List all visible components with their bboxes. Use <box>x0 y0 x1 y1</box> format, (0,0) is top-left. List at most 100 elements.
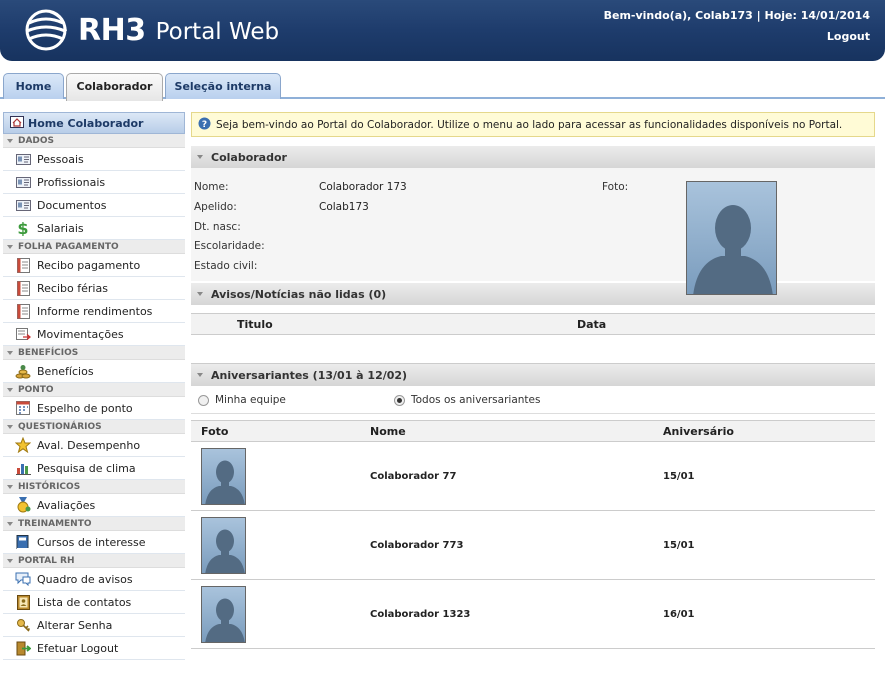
contacts-icon <box>15 594 31 610</box>
person-silhouette-icon <box>693 205 773 294</box>
sidebar-item[interactable]: Lista de contatos <box>3 591 185 614</box>
sidebar-item[interactable]: Informe rendimentos <box>3 300 185 323</box>
medal-icon <box>15 497 31 513</box>
main-content: ? Seja bem-vindo ao Portal do Colaborado… <box>191 112 875 649</box>
sidebar-item-label: Recibo férias <box>37 281 108 295</box>
column-header-foto: Foto <box>201 425 229 438</box>
sidebar-section-label: PORTAL RH <box>18 555 75 566</box>
radio-circle[interactable] <box>198 394 209 406</box>
sidebar-section-header[interactable]: DADOS <box>3 134 185 148</box>
exit-icon <box>15 640 31 656</box>
sidebar-section-label: DADOS <box>18 135 55 146</box>
receipt-icon <box>15 257 31 273</box>
sidebar-item-label: Profissionais <box>37 175 106 189</box>
sidebar-item-label: Efetuar Logout <box>37 641 119 655</box>
field-label-escolaridade: Escolaridade: <box>194 240 265 252</box>
sidebar-section-label: FOLHA PAGAMENTO <box>18 241 119 252</box>
id-card-icon <box>15 151 31 167</box>
avatar <box>201 586 246 643</box>
sidebar-item-label: Lista de contatos <box>37 595 132 609</box>
radio-label: Minha equipe <box>215 394 286 406</box>
speech-bubble-icon <box>15 571 31 587</box>
sidebar-item[interactable]: Cursos de interesse <box>3 531 185 554</box>
sidebar-section-label: TREINAMENTO <box>18 518 92 529</box>
calendar-icon <box>15 400 31 416</box>
sidebar-section-header[interactable]: HISTÓRICOS <box>3 480 185 494</box>
sidebar-item[interactable]: Recibo pagamento <box>3 254 185 277</box>
radio-todos-aniversariantes[interactable]: Todos os aniversariantes <box>394 394 540 406</box>
star-icon <box>15 437 31 453</box>
sidebar-item[interactable]: Profissionais <box>3 171 185 194</box>
sidebar-item-label: Informe rendimentos <box>37 304 153 318</box>
radio-circle[interactable] <box>394 394 405 406</box>
sidebar-section-header[interactable]: PORTAL RH <box>3 554 185 568</box>
sidebar-home-colaborador[interactable]: Home Colaborador <box>3 112 185 134</box>
sidebar-item[interactable]: Pesquisa de clima <box>3 457 185 480</box>
sidebar-section-header[interactable]: QUESTIONÁRIOS <box>3 420 185 434</box>
sidebar-item-label: Pessoais <box>37 152 84 166</box>
tab-colaborador[interactable]: Colaborador <box>66 73 163 101</box>
field-label-nome: Nome: <box>194 181 229 193</box>
sidebar-item[interactable]: Efetuar Logout <box>3 637 185 660</box>
sidebar-section-header[interactable]: TREINAMENTO <box>3 517 185 531</box>
sidebar-item[interactable]: Pessoais <box>3 148 185 171</box>
colaborador-details: Nome: Colaborador 173 Apelido: Colab173 … <box>191 168 875 295</box>
sidebar-item[interactable]: Benefícios <box>3 360 185 383</box>
sidebar-section-label: QUESTIONÁRIOS <box>18 421 102 432</box>
sidebar-item[interactable]: Espelho de ponto <box>3 397 185 420</box>
sidebar-section-header[interactable]: BENEFÍCIOS <box>3 346 185 360</box>
sidebar-section-header[interactable]: FOLHA PAGAMENTO <box>3 240 185 254</box>
sidebar-item[interactable]: Documentos <box>3 194 185 217</box>
birthday-name: Colaborador 773 <box>370 540 464 551</box>
sidebar-item[interactable]: Avaliações <box>3 494 185 517</box>
radio-minha-equipe[interactable]: Minha equipe <box>198 394 286 406</box>
table-row: Colaborador 1323 16/01 <box>191 580 875 649</box>
sidebar-item-label: Benefícios <box>37 364 94 378</box>
birthday-date: 15/01 <box>663 540 695 551</box>
collapse-icon <box>7 484 13 489</box>
avisos-panel-title: Avisos/Notícias não lidas (0) <box>211 287 387 301</box>
collapse-icon <box>7 244 13 249</box>
column-header-titulo: Titulo <box>237 318 273 331</box>
key-icon <box>15 617 31 633</box>
logout-link[interactable]: Logout <box>827 30 870 43</box>
person-silhouette-icon <box>205 598 245 642</box>
colaborador-panel-header[interactable]: Colaborador <box>191 146 875 168</box>
bar-chart-icon <box>15 460 31 476</box>
sidebar-item[interactable]: Movimentações <box>3 323 185 346</box>
aniversariantes-table-header: Foto Nome Aniversário <box>191 420 875 442</box>
field-label-foto: Foto: <box>602 181 629 193</box>
transfer-icon <box>15 326 31 342</box>
sidebar-item-label: Recibo pagamento <box>37 258 141 272</box>
sidebar-item-label: Avaliações <box>37 498 96 512</box>
coins-icon <box>15 363 31 379</box>
sidebar-item[interactable]: Alterar Senha <box>3 614 185 637</box>
tab-selecao-interna[interactable]: Seleção interna <box>165 73 281 99</box>
table-row: Colaborador 77 15/01 <box>191 442 875 511</box>
sidebar-section-header[interactable]: PONTO <box>3 383 185 397</box>
field-value-apelido: Colab173 <box>319 201 369 213</box>
sidebar-item-label: Pesquisa de clima <box>37 461 136 475</box>
tab-home[interactable]: Home <box>3 73 64 99</box>
sidebar-item-label: Aval. Desempenho <box>37 438 141 452</box>
field-label-dt-nasc: Dt. nasc: <box>194 221 241 233</box>
aniversariantes-filter: Minha equipe Todos os aniversariantes <box>191 386 875 414</box>
avatar <box>686 181 777 295</box>
sidebar-item[interactable]: Aval. Desempenho <box>3 434 185 457</box>
person-silhouette-icon <box>205 529 245 573</box>
id-card-icon <box>15 174 31 190</box>
svg-text:?: ? <box>202 120 207 130</box>
collapse-icon <box>7 521 13 526</box>
id-card-icon <box>15 197 31 213</box>
sidebar-item-label: Espelho de ponto <box>37 401 133 415</box>
globe-logo-icon <box>25 9 67 51</box>
brand-name: RH3 <box>78 12 146 48</box>
logo: RH3 Portal Web <box>20 7 279 53</box>
sidebar-item[interactable]: $ Salariais <box>3 217 185 240</box>
aniversariantes-panel-header[interactable]: Aniversariantes (13/01 à 12/02) <box>191 364 875 386</box>
sidebar-item[interactable]: Quadro de avisos <box>3 568 185 591</box>
sidebar-section-label: HISTÓRICOS <box>18 481 81 492</box>
sidebar-title-label: Home Colaborador <box>28 116 144 130</box>
sidebar: Home Colaborador DADOS Pessoais Profission… <box>3 112 185 660</box>
sidebar-item[interactable]: Recibo férias <box>3 277 185 300</box>
